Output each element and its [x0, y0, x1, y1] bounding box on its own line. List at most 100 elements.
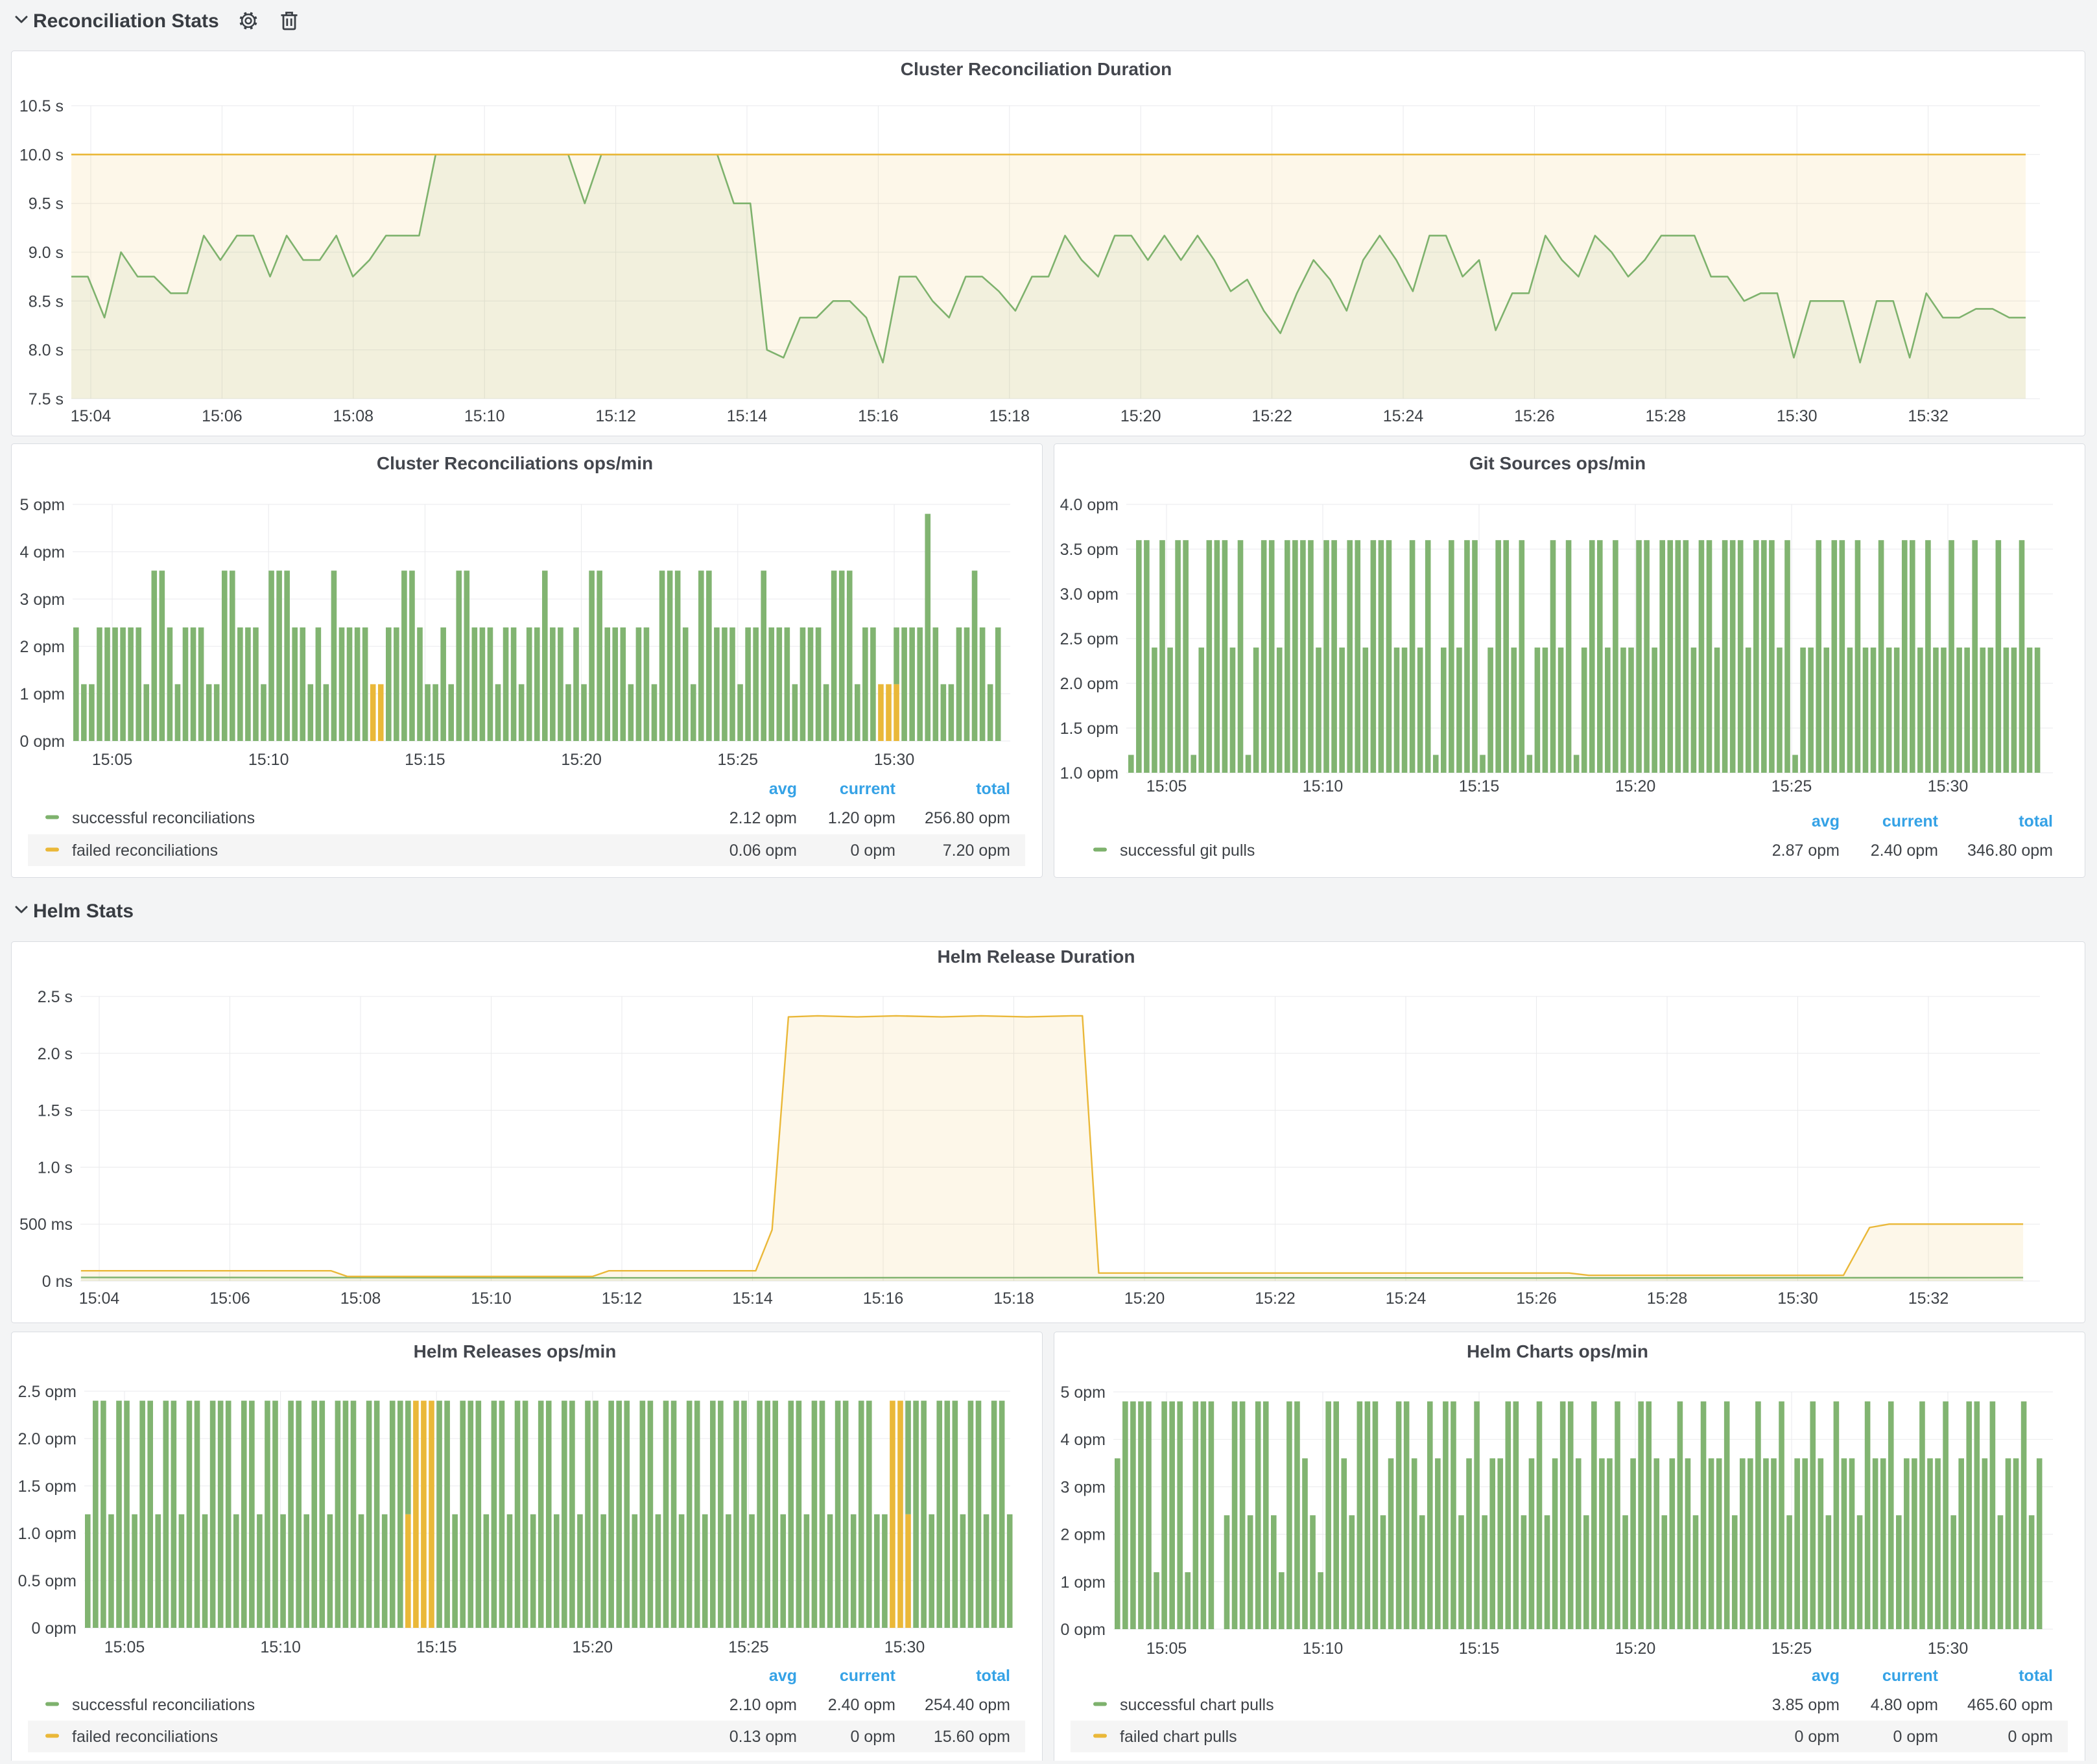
- svg-text:total: total: [976, 780, 1010, 798]
- svg-text:2.87 opm: 2.87 opm: [1772, 841, 1840, 860]
- svg-text:15:30: 15:30: [1777, 407, 1818, 425]
- svg-text:0 opm: 0 opm: [20, 733, 65, 751]
- svg-text:1.0 s: 1.0 s: [38, 1158, 73, 1177]
- svg-text:15:25: 15:25: [728, 1638, 769, 1656]
- svg-text:failed chart pulls: failed chart pulls: [1120, 1728, 1237, 1746]
- svg-text:15:06: 15:06: [209, 1289, 250, 1308]
- svg-text:15:14: 15:14: [732, 1289, 773, 1308]
- svg-text:current: current: [840, 1667, 896, 1685]
- svg-text:15.60 opm: 15.60 opm: [934, 1728, 1010, 1746]
- svg-text:15:30: 15:30: [1928, 1640, 1969, 1658]
- svg-text:15:10: 15:10: [464, 407, 505, 425]
- svg-text:15:05: 15:05: [1146, 1640, 1187, 1658]
- svg-text:Cluster Reconciliations ops/mi: Cluster Reconciliations ops/min: [377, 453, 653, 473]
- svg-text:2.0 s: 2.0 s: [38, 1045, 73, 1063]
- svg-text:5 opm: 5 opm: [20, 496, 65, 514]
- svg-text:15:04: 15:04: [79, 1289, 120, 1308]
- svg-text:10.5 s: 10.5 s: [19, 97, 64, 115]
- svg-text:current: current: [1882, 1667, 1939, 1685]
- svg-text:0 opm: 0 opm: [1061, 1621, 1106, 1639]
- svg-text:15:20: 15:20: [1615, 777, 1656, 795]
- svg-text:15:30: 15:30: [874, 751, 915, 769]
- svg-text:0.13 opm: 0.13 opm: [729, 1728, 797, 1746]
- svg-text:15:16: 15:16: [863, 1289, 904, 1308]
- svg-text:15:18: 15:18: [993, 1289, 1034, 1308]
- svg-text:Helm Releases ops/min: Helm Releases ops/min: [414, 1341, 617, 1361]
- svg-text:0 ns: 0 ns: [42, 1273, 73, 1291]
- svg-text:Helm Charts ops/min: Helm Charts ops/min: [1467, 1341, 1648, 1361]
- svg-text:8.0 s: 8.0 s: [29, 342, 64, 360]
- svg-text:15:25: 15:25: [1771, 1640, 1812, 1658]
- svg-text:3.5 opm: 3.5 opm: [1060, 541, 1119, 559]
- svg-text:465.60 opm: 465.60 opm: [1967, 1696, 2053, 1714]
- svg-text:0 opm: 0 opm: [2008, 1728, 2053, 1746]
- svg-text:15:30: 15:30: [1928, 777, 1969, 795]
- svg-text:15:15: 15:15: [1459, 777, 1500, 795]
- svg-text:1.0 opm: 1.0 opm: [18, 1525, 77, 1543]
- svg-text:successful reconciliations: successful reconciliations: [72, 809, 255, 827]
- svg-text:15:04: 15:04: [71, 407, 112, 425]
- svg-text:2.5 s: 2.5 s: [38, 988, 73, 1006]
- svg-text:15:05: 15:05: [1146, 777, 1187, 795]
- svg-text:15:26: 15:26: [1516, 1289, 1557, 1308]
- svg-text:2.0 opm: 2.0 opm: [1060, 675, 1119, 693]
- svg-text:7.20 opm: 7.20 opm: [943, 841, 1010, 860]
- svg-text:Git Sources ops/min: Git Sources ops/min: [1469, 453, 1646, 473]
- svg-text:successful reconciliations: successful reconciliations: [72, 1696, 255, 1714]
- svg-text:0 opm: 0 opm: [851, 841, 895, 860]
- svg-text:2 opm: 2 opm: [1061, 1526, 1106, 1544]
- svg-text:15:08: 15:08: [340, 1289, 381, 1308]
- svg-text:2.40 opm: 2.40 opm: [828, 1696, 895, 1714]
- svg-text:15:06: 15:06: [202, 407, 243, 425]
- svg-text:4.80 opm: 4.80 opm: [1871, 1696, 1938, 1714]
- svg-text:1.5 opm: 1.5 opm: [18, 1477, 77, 1496]
- svg-text:15:15: 15:15: [405, 751, 445, 769]
- svg-text:failed reconciliations: failed reconciliations: [72, 841, 218, 860]
- svg-text:346.80 opm: 346.80 opm: [1967, 841, 2053, 860]
- svg-text:15:16: 15:16: [858, 407, 899, 425]
- svg-text:15:08: 15:08: [333, 407, 374, 425]
- svg-text:3 opm: 3 opm: [20, 591, 65, 609]
- svg-text:total: total: [2019, 812, 2053, 830]
- svg-text:256.80 opm: 256.80 opm: [925, 809, 1010, 827]
- svg-text:15:22: 15:22: [1251, 407, 1292, 425]
- svg-text:15:12: 15:12: [602, 1289, 643, 1308]
- svg-text:3 opm: 3 opm: [1061, 1478, 1106, 1496]
- svg-text:Helm Release Duration: Helm Release Duration: [938, 947, 1135, 967]
- svg-text:current: current: [1882, 812, 1939, 830]
- svg-text:15:10: 15:10: [260, 1638, 301, 1656]
- svg-text:15:32: 15:32: [1908, 407, 1949, 425]
- svg-text:5 opm: 5 opm: [1061, 1383, 1106, 1402]
- svg-text:avg: avg: [1812, 812, 1840, 830]
- svg-text:0 opm: 0 opm: [1795, 1728, 1840, 1746]
- svg-text:15:10: 15:10: [1303, 777, 1344, 795]
- svg-text:15:25: 15:25: [718, 751, 759, 769]
- svg-text:15:30: 15:30: [1777, 1289, 1818, 1308]
- svg-text:15:10: 15:10: [471, 1289, 512, 1308]
- svg-text:1.5 opm: 1.5 opm: [1060, 720, 1119, 738]
- svg-text:9.0 s: 9.0 s: [29, 244, 64, 262]
- svg-text:successful chart pulls: successful chart pulls: [1120, 1696, 1274, 1714]
- svg-text:current: current: [840, 780, 896, 798]
- svg-text:1 opm: 1 opm: [20, 685, 65, 703]
- svg-text:2.5 opm: 2.5 opm: [18, 1383, 77, 1401]
- svg-text:15:26: 15:26: [1514, 407, 1555, 425]
- svg-text:15:24: 15:24: [1386, 1289, 1427, 1308]
- svg-text:9.5 s: 9.5 s: [29, 195, 64, 213]
- svg-text:15:20: 15:20: [573, 1638, 613, 1656]
- svg-text:avg: avg: [1812, 1667, 1840, 1685]
- svg-text:15:28: 15:28: [1647, 1289, 1688, 1308]
- svg-text:total: total: [976, 1667, 1010, 1685]
- svg-text:0.5 opm: 0.5 opm: [18, 1572, 77, 1590]
- svg-text:4.0 opm: 4.0 opm: [1060, 496, 1119, 514]
- svg-text:15:24: 15:24: [1383, 407, 1424, 425]
- svg-text:15:14: 15:14: [727, 407, 768, 425]
- svg-text:total: total: [2019, 1667, 2053, 1685]
- svg-text:15:22: 15:22: [1255, 1289, 1296, 1308]
- svg-text:Cluster Reconciliation Duratio: Cluster Reconciliation Duration: [901, 59, 1172, 79]
- svg-text:7.5 s: 7.5 s: [29, 390, 64, 408]
- svg-text:Helm Stats: Helm Stats: [33, 900, 134, 922]
- svg-text:1.20 opm: 1.20 opm: [828, 809, 895, 827]
- svg-text:4 opm: 4 opm: [20, 543, 65, 561]
- svg-text:Reconciliation Stats: Reconciliation Stats: [33, 10, 219, 32]
